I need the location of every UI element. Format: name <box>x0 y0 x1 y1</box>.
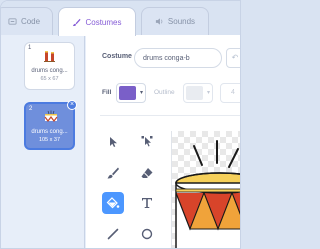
toolbar-divider <box>100 115 240 116</box>
drums-thumbnail-icon <box>44 110 58 122</box>
drum-costume-artwork <box>175 140 240 248</box>
outline-label: Outline <box>154 89 175 96</box>
costume-size: 105 x 37 <box>38 137 61 143</box>
fill-tool[interactable] <box>102 192 124 214</box>
eraser-tool[interactable] <box>136 162 158 184</box>
tab-sounds[interactable]: Sounds <box>141 7 209 35</box>
drums-thumbnail-icon <box>44 51 55 62</box>
costume-index: 1 <box>28 45 32 51</box>
select-icon <box>110 137 117 147</box>
reshape-tool[interactable] <box>136 131 158 153</box>
outline-color-picker[interactable]: ▾ <box>183 83 213 103</box>
costume-index: 2 <box>29 106 33 112</box>
brush-tool[interactable] <box>102 162 124 184</box>
select-tool[interactable] <box>102 131 124 153</box>
tab-code[interactable]: Code <box>1 7 53 35</box>
line-icon <box>107 228 119 240</box>
costume-name-input[interactable]: drums conga-b <box>134 48 222 68</box>
text-icon <box>142 198 152 208</box>
undo-icon: ↶ <box>231 53 239 62</box>
drawing-canvas[interactable] <box>171 131 240 248</box>
circle-tool[interactable] <box>136 223 158 245</box>
costume-label: Costume <box>102 53 132 60</box>
color-row: Fill ▾ Outline ▾ 4 <box>86 83 240 103</box>
eraser-icon <box>141 168 153 178</box>
line-tool[interactable] <box>102 223 124 245</box>
close-icon: × <box>69 101 75 108</box>
brush-icon <box>73 18 82 26</box>
tab-costumes-label: Costumes <box>85 17 122 27</box>
costume-editor-window: Code Costumes Sounds 1 drums cong... 65 … <box>0 0 241 249</box>
paint-editor: Costume drums conga-b ↶ Fill ▾ Outline ▾… <box>86 35 240 248</box>
fill-color-swatch <box>119 86 136 100</box>
undo-button[interactable]: ↶ <box>226 48 240 68</box>
costume-name-row: Costume drums conga-b ↶ <box>86 48 240 68</box>
tab-sounds-label: Sounds <box>167 17 196 26</box>
chevron-down-icon: ▾ <box>139 90 143 96</box>
costume-card-1[interactable]: 1 drums cong... 65 x 67 <box>24 42 75 90</box>
fill-color-picker[interactable]: ▾ <box>116 83 146 103</box>
circle-icon <box>141 228 153 240</box>
outline-color-swatch <box>186 86 203 100</box>
costume-name: drums cong... <box>31 68 68 74</box>
costume-name: drums cong... <box>31 129 68 135</box>
delete-costume-button[interactable]: × <box>67 100 77 110</box>
costume-size: 65 x 67 <box>40 76 59 82</box>
costume-list: 1 drums cong... 65 x 67 2 × drums cong..… <box>1 35 85 248</box>
costume-card-2[interactable]: 2 × drums cong... 105 x 37 <box>24 100 77 150</box>
code-icon <box>8 18 17 25</box>
text-tool[interactable] <box>136 192 158 214</box>
reshape-icon <box>141 136 153 147</box>
fill-icon <box>106 197 120 209</box>
chevron-down-icon: ▾ <box>206 90 210 96</box>
tab-code-label: Code <box>20 17 41 26</box>
speaker-icon <box>155 18 163 25</box>
tab-costumes[interactable]: Costumes <box>58 7 136 36</box>
brush-icon <box>107 167 119 179</box>
fill-label: Fill <box>102 89 112 96</box>
stroke-width-input[interactable]: 4 <box>220 83 240 103</box>
tab-bar: Code Costumes Sounds <box>1 1 240 36</box>
